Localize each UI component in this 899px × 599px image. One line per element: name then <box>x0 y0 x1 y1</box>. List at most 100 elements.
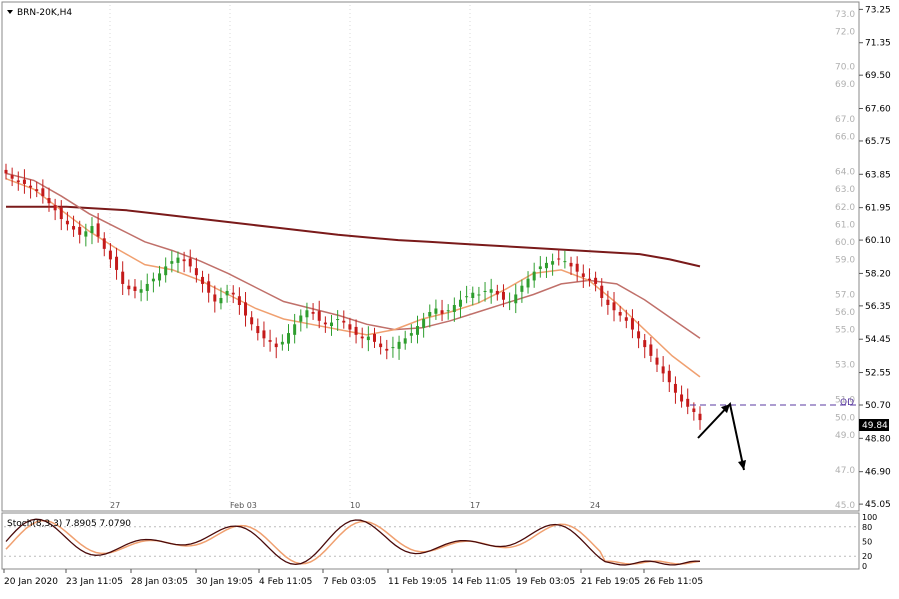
candle-body <box>397 341 401 349</box>
stoch-title: Stoch(8,3,3) 7.8905 7.0790 <box>7 519 131 529</box>
inline-date-label: 24 <box>590 501 600 510</box>
inline-date-label: Feb 03 <box>230 501 257 510</box>
candle-body <box>471 292 475 298</box>
candle-body <box>268 340 272 342</box>
price-scale-label: 61.95 <box>865 204 891 214</box>
time-axis-label: 30 Jan 19:05 <box>196 577 253 587</box>
candle-body <box>612 302 616 311</box>
price-scale-label: 67.60 <box>865 105 891 115</box>
candle-body <box>127 285 131 290</box>
candle-body <box>280 341 284 345</box>
candle-body <box>170 261 174 264</box>
candlesticks <box>4 163 702 430</box>
candle-body <box>176 257 180 263</box>
minor-price-label: 72.0 <box>835 27 855 37</box>
candle-body <box>90 226 94 234</box>
candle-body <box>348 324 352 330</box>
minor-price-label: 53.0 <box>835 361 855 371</box>
candle-body <box>544 262 548 269</box>
minor-price-label: 60.0 <box>835 238 855 248</box>
candle-body <box>194 268 198 276</box>
candle-body <box>501 291 505 300</box>
candle-body <box>385 348 389 351</box>
minor-price-label: 70.0 <box>835 62 855 72</box>
candle-body <box>366 336 370 341</box>
candle-body <box>379 343 383 348</box>
candle-body <box>342 320 346 323</box>
price-scale-label: 46.90 <box>865 468 891 478</box>
candle-body <box>520 285 524 292</box>
candle-body <box>508 301 512 303</box>
candle-body <box>557 258 561 260</box>
time-axis-label: 11 Feb 19:05 <box>388 577 447 587</box>
candle-body <box>53 205 57 211</box>
trading-chart-window[interactable]: 27 Feb 03 10 17 24 100 80 50 20 0 73.25 71.35 69.5… <box>0 0 899 596</box>
candle-body <box>250 317 254 325</box>
candle-body <box>16 180 20 183</box>
candle-body <box>231 292 235 295</box>
candle-body <box>188 258 192 267</box>
candle-body <box>145 283 149 291</box>
price-scale-label: 71.35 <box>865 39 891 49</box>
candle-body <box>532 271 536 281</box>
time-axis: 20 Jan 2020 23 Jan 11:05 28 Jan 03:05 30 Ja… <box>3 569 703 587</box>
candle-body <box>299 315 303 322</box>
annotations <box>690 402 859 471</box>
candle-body <box>637 331 641 339</box>
grid-lines: 27 Feb 03 10 17 24 <box>109 5 600 510</box>
candle-body <box>452 305 456 313</box>
forecast-arrow-line <box>697 402 745 471</box>
price-scale-label: 58.20 <box>865 269 891 279</box>
minor-price-label: 56.0 <box>835 308 855 318</box>
stoch-scale-label: 0 <box>862 562 867 571</box>
candle-body <box>323 322 327 325</box>
triangle-down-icon[interactable] <box>7 10 13 14</box>
chart-title: BRN-20K,H4 <box>17 8 72 18</box>
price-scale-label: 63.85 <box>865 170 891 180</box>
time-axis-label: 7 Feb 03:05 <box>323 577 376 587</box>
minor-price-label: 62.0 <box>835 203 855 213</box>
candle-body <box>237 296 241 305</box>
chart-canvas[interactable]: 27 Feb 03 10 17 24 10080 50 200 73.25 71.35 69.5… <box>0 0 899 596</box>
candle-body <box>391 347 395 349</box>
minor-price-label: 73.0 <box>835 10 855 20</box>
candle-body <box>587 278 591 281</box>
candle-body <box>317 311 321 321</box>
candle-body <box>360 336 364 339</box>
minor-price-label: 63.0 <box>835 185 855 195</box>
candle-body <box>244 302 248 316</box>
candle-body <box>489 289 493 293</box>
price-scale-label: 73.25 <box>865 5 891 15</box>
candle-body <box>262 330 266 339</box>
minor-price-label: 67.0 <box>835 115 855 125</box>
time-axis-label: 14 Feb 11:05 <box>452 577 511 587</box>
candle-body <box>667 370 671 383</box>
candle-body <box>59 207 63 220</box>
candle-body <box>458 299 462 307</box>
stochastic-oscillator: 10080 50 200 <box>4 513 877 571</box>
candle-body <box>526 278 530 288</box>
candle-body <box>575 263 579 272</box>
candle-body <box>29 185 33 188</box>
candle-body <box>415 326 419 335</box>
time-axis-label: 23 Jan 11:05 <box>66 577 123 587</box>
minor-price-label: 50.0 <box>835 413 855 423</box>
candle-body <box>428 312 432 317</box>
candle-body <box>336 319 340 321</box>
price-scale-label: 50.70 <box>865 401 891 411</box>
minor-price-label: 45.0 <box>835 501 855 511</box>
candle-body <box>78 226 82 235</box>
minor-price-label: 49.0 <box>835 431 855 441</box>
candle-body <box>686 398 690 407</box>
candle-body <box>563 261 567 263</box>
minor-price-label: 69.0 <box>835 80 855 90</box>
candle-body <box>403 338 407 344</box>
candle-body <box>440 310 444 314</box>
minor-price-label: 66.0 <box>835 133 855 143</box>
candle-body <box>35 189 39 191</box>
candle-body <box>330 322 334 327</box>
candle-body <box>65 220 69 225</box>
price-scale-label: 65.75 <box>865 137 891 147</box>
arrow-head-down-icon <box>738 460 746 470</box>
price-scale-label: 69.50 <box>865 71 891 81</box>
